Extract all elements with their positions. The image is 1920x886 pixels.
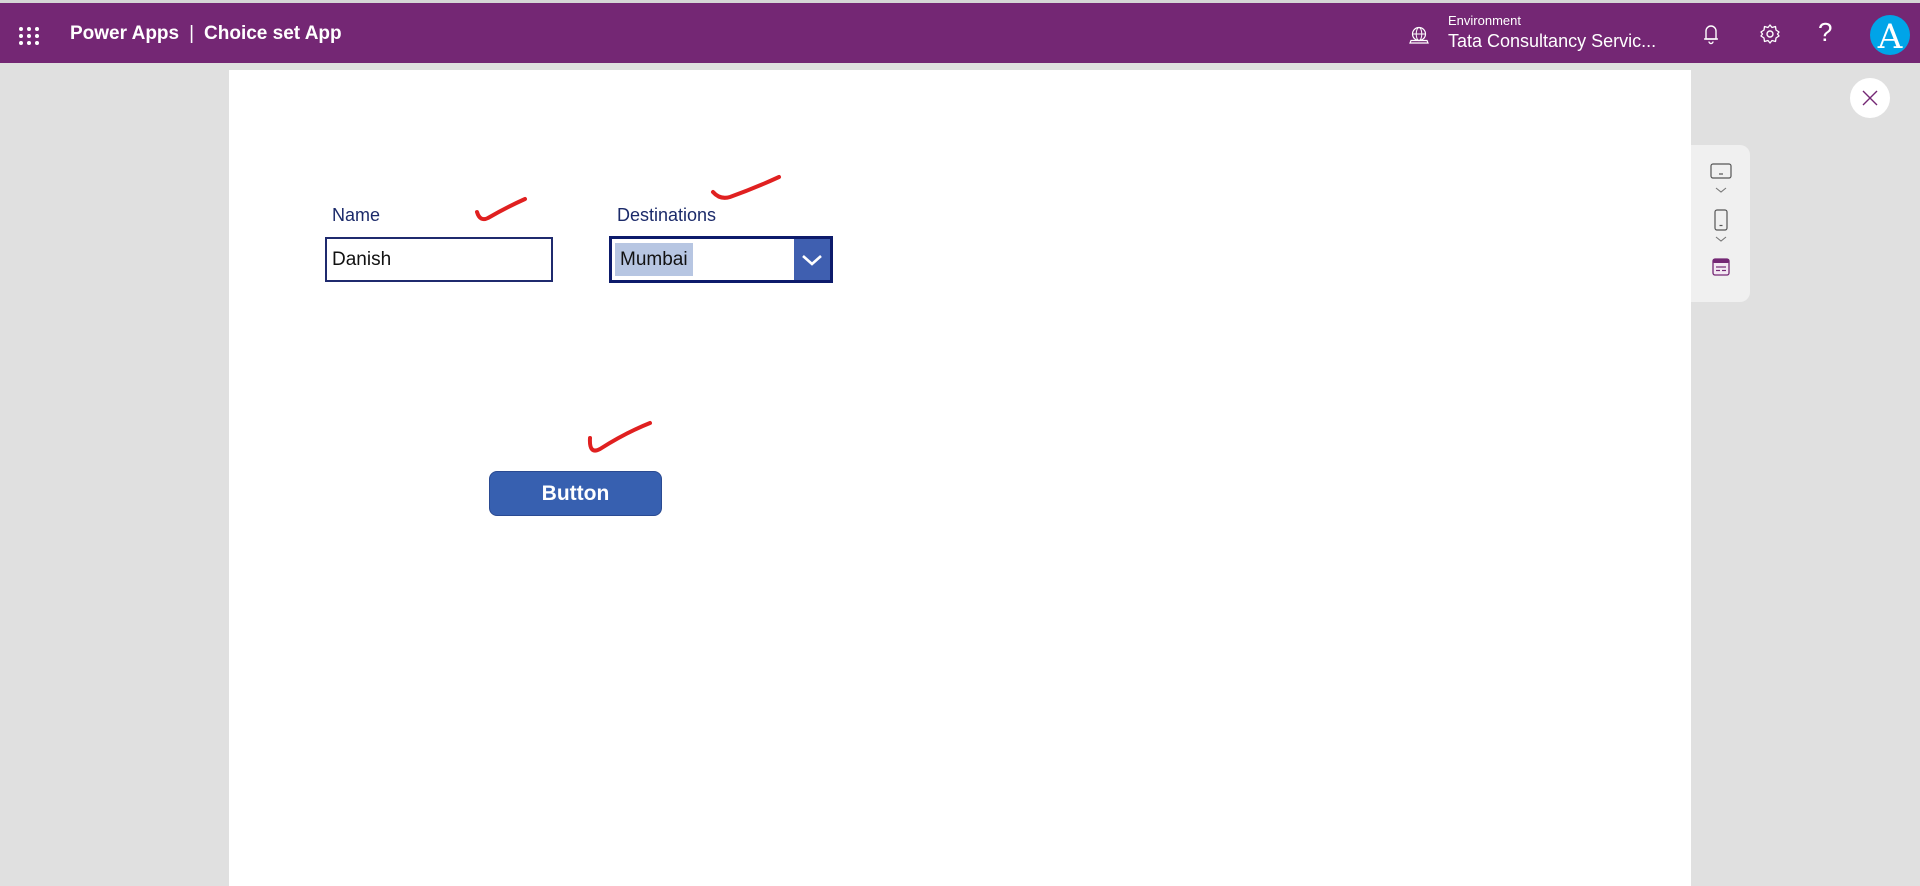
title-separator: | [189,23,195,44]
app-header: Power Apps | Choice set App Environment Ta… [0,3,1920,63]
phone-layout-chevron[interactable] [1691,235,1750,243]
environment-picker[interactable]: Tata Consultancy Servic... [1448,31,1656,52]
help-icon[interactable]: ? [1818,17,1832,48]
dropdown-toggle[interactable] [794,239,830,280]
app-settings-button[interactable] [1691,258,1750,276]
name-label: Name [332,205,381,225]
tablet-layout-button[interactable] [1691,163,1750,179]
gear-icon[interactable] [1757,21,1783,47]
waffle-icon[interactable] [19,27,41,47]
avatar[interactable]: A [1870,15,1910,55]
tablet-layout-chevron[interactable] [1691,186,1750,194]
close-icon [1862,90,1878,106]
chevron-down-icon [1715,187,1726,193]
layout-side-panel [1691,145,1750,302]
app-title: Power Apps | Choice set App [70,23,342,45]
bell-icon[interactable] [1698,21,1724,47]
phone-layout-button[interactable] [1691,209,1750,231]
destinations-label: Destinations [617,205,717,225]
environment-label: Environment [1448,13,1521,28]
environment-globe-icon [1409,26,1429,44]
destinations-dropdown[interactable]: Mumbai [609,236,833,283]
app-name: Choice set App [204,23,342,44]
tablet-layout-icon [1709,163,1732,179]
close-preview-button[interactable] [1850,78,1890,118]
product-name[interactable]: Power Apps [70,23,179,44]
app-settings-icon [1711,258,1730,276]
phone-layout-icon [1713,209,1728,231]
name-input[interactable] [325,237,553,282]
submit-button[interactable]: Button [489,471,662,516]
chevron-down-icon [1715,236,1726,242]
chevron-down-icon [802,254,822,266]
dropdown-selected-value: Mumbai [615,243,693,276]
app-canvas: Name Destinations Mumbai Button [229,70,1691,886]
